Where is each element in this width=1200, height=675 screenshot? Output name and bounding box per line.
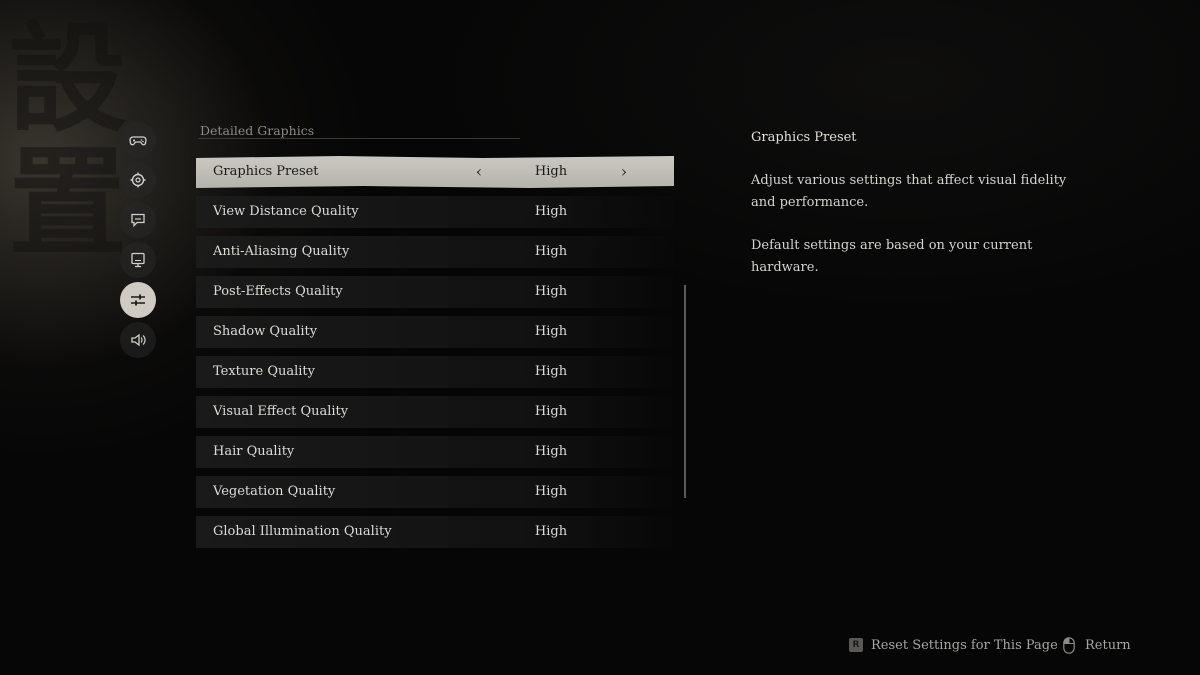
nav-audio-button[interactable] bbox=[120, 322, 156, 358]
sliders-icon bbox=[131, 294, 145, 306]
setting-value: High bbox=[534, 444, 568, 459]
mouse-icon bbox=[1063, 636, 1075, 654]
setting-label: Post-Effects Quality bbox=[213, 284, 343, 299]
speaker-icon bbox=[131, 333, 146, 347]
setting-row-global-illumination[interactable]: Global Illumination Quality High bbox=[196, 516, 674, 548]
setting-value: High bbox=[534, 284, 568, 299]
setting-value: High bbox=[534, 484, 568, 499]
setting-label: Shadow Quality bbox=[213, 324, 318, 339]
chevron-left-icon[interactable]: ‹ bbox=[469, 161, 489, 183]
setting-label: Global Illumination Quality bbox=[213, 524, 392, 539]
setting-label: View Distance Quality bbox=[213, 204, 359, 219]
setting-value: High bbox=[534, 524, 568, 539]
setting-value: High bbox=[534, 404, 568, 419]
setting-row-graphics-preset[interactable]: Graphics Preset ‹ High › bbox=[196, 156, 674, 188]
nav-general-button[interactable] bbox=[120, 162, 156, 198]
setting-row-hair[interactable]: Hair Quality High bbox=[196, 436, 674, 468]
section-divider bbox=[198, 138, 520, 139]
reset-label: Reset Settings for This Page bbox=[871, 637, 1058, 653]
nav-interface-button[interactable] bbox=[120, 202, 156, 238]
setting-label: Hair Quality bbox=[213, 444, 295, 459]
description-note: Default settings are based on your curre… bbox=[751, 238, 1033, 275]
setting-row-view-distance[interactable]: View Distance Quality High bbox=[196, 196, 674, 228]
setting-label: Anti-Aliasing Quality bbox=[213, 244, 350, 259]
setting-value: High bbox=[534, 364, 568, 379]
section-title: Detailed Graphics bbox=[200, 123, 315, 138]
nav-display-button[interactable] bbox=[120, 242, 156, 278]
chevron-right-icon[interactable]: › bbox=[614, 161, 634, 183]
setting-row-texture[interactable]: Texture Quality High bbox=[196, 356, 674, 388]
return-button[interactable]: Return bbox=[1063, 635, 1131, 655]
gamepad-icon bbox=[129, 136, 147, 146]
setting-row-vegetation[interactable]: Vegetation Quality High bbox=[196, 476, 674, 508]
chat-icon bbox=[131, 213, 145, 228]
description-title: Graphics Preset bbox=[751, 130, 857, 145]
setting-label: Graphics Preset bbox=[213, 164, 319, 179]
setting-row-visual-effect[interactable]: Visual Effect Quality High bbox=[196, 396, 674, 428]
display-icon bbox=[131, 252, 145, 268]
setting-label: Visual Effect Quality bbox=[213, 404, 349, 419]
reset-settings-button[interactable]: R Reset Settings for This Page bbox=[849, 635, 1058, 655]
setting-value: High bbox=[534, 324, 568, 339]
description-text: Adjust various settings that affect visu… bbox=[751, 173, 1067, 210]
setting-value: High bbox=[534, 164, 568, 179]
setting-row-anti-aliasing[interactable]: Anti-Aliasing Quality High bbox=[196, 236, 674, 268]
calligraphy-watermark: 設置 bbox=[0, 16, 127, 264]
list-scrollbar[interactable] bbox=[684, 285, 686, 498]
setting-value: High bbox=[534, 204, 568, 219]
nav-graphics-button[interactable] bbox=[120, 282, 156, 318]
setting-value: High bbox=[534, 244, 568, 259]
setting-row-shadow[interactable]: Shadow Quality High bbox=[196, 316, 674, 348]
nav-controls-button[interactable] bbox=[120, 122, 156, 158]
r-key-icon: R bbox=[849, 638, 863, 652]
setting-label: Texture Quality bbox=[213, 364, 315, 379]
return-label: Return bbox=[1085, 637, 1131, 653]
settings-gear-icon bbox=[130, 172, 146, 188]
setting-label: Vegetation Quality bbox=[213, 484, 336, 499]
setting-row-post-effects[interactable]: Post-Effects Quality High bbox=[196, 276, 674, 308]
